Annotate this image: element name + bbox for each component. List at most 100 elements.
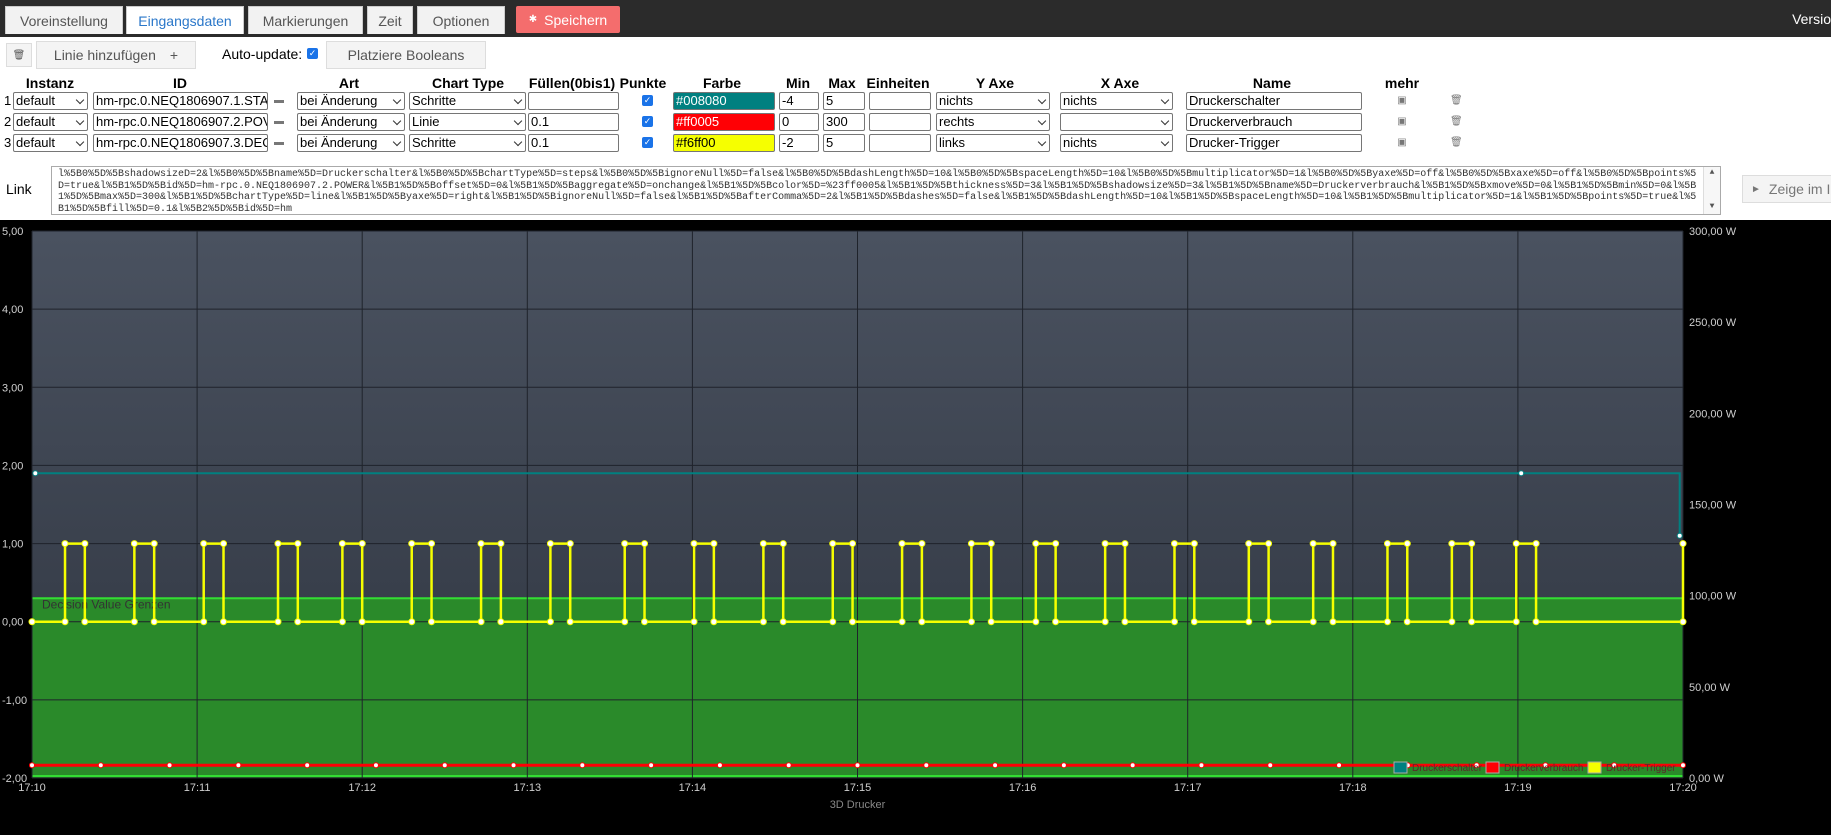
id-input[interactable]: hm-rpc.0.NEQ1806907.1.STA [93, 92, 268, 110]
trash-icon[interactable]: 🗑 [1450, 137, 1463, 149]
series-drucker-trigger-point [1329, 540, 1337, 548]
series-druckerverbrauch-point [648, 762, 655, 769]
max-input[interactable]: 5 [823, 92, 865, 110]
series-drucker-trigger-point [81, 540, 89, 548]
series-drucker-trigger-point [1032, 540, 1040, 548]
instanz-select[interactable]: default [13, 134, 88, 152]
save-button[interactable]: ✱ Speichern [516, 6, 620, 33]
tab-eingangsdaten[interactable]: Eingangsdaten [126, 6, 244, 34]
x-tick-label: 17:19 [1504, 782, 1532, 794]
series-drucker-trigger-point [220, 618, 228, 626]
place-booleans-button[interactable]: Platziere Booleans [326, 41, 486, 69]
series-drucker-trigger-point [898, 618, 906, 626]
units-input[interactable] [869, 113, 931, 131]
chart-type-select[interactable]: Schritte [409, 92, 526, 110]
series-drucker-trigger-point [1052, 618, 1060, 626]
id-input[interactable]: hm-rpc.0.NEQ1806907.3.DEC [93, 134, 268, 152]
instanz-select[interactable]: default [13, 113, 88, 131]
star-icon: ✱ [528, 14, 538, 25]
chart-type-select[interactable]: Linie [409, 113, 526, 131]
max-input[interactable]: 5 [823, 134, 865, 152]
series-drucker-trigger-point [1383, 618, 1391, 626]
y-axe-select[interactable]: links [936, 134, 1050, 152]
min-input[interactable]: -2 [779, 134, 819, 152]
instanz-select[interactable]: default [13, 92, 88, 110]
tab-zeit[interactable]: Zeit [367, 6, 413, 34]
series-drucker-trigger-point [1468, 540, 1476, 548]
series-drucker-trigger-point [779, 618, 787, 626]
auto-update-checkbox[interactable]: ✓ [307, 48, 318, 59]
tab-markierungen[interactable]: Markierungen [248, 6, 363, 34]
color-input[interactable]: #f6ff00 [673, 134, 775, 152]
color-input[interactable]: #008080 [673, 92, 775, 110]
trash-icon[interactable]: 🗑 [1450, 116, 1463, 128]
series-drucker-trigger-point [967, 540, 975, 548]
points-checkbox[interactable]: ✓ [642, 116, 653, 127]
color-input[interactable]: #ff0005 [673, 113, 775, 131]
trash-icon[interactable]: 🗑 [1450, 95, 1463, 107]
series-drucker-trigger-point [497, 618, 505, 626]
x-tick-label: 17:18 [1339, 782, 1367, 794]
y-right-tick-label: 250,00 W [1689, 317, 1737, 329]
folder-icon[interactable]: ▬ [273, 137, 285, 149]
points-checkbox[interactable]: ✓ [642, 137, 653, 148]
art-select[interactable]: bei Änderung [297, 113, 405, 131]
add-line-button[interactable]: Linie hinzufügen + [36, 41, 196, 69]
x-axe-select[interactable]: nichts [1060, 134, 1173, 152]
points-checkbox[interactable]: ✓ [642, 95, 653, 106]
row-number: 3 [4, 135, 12, 150]
series-drucker-trigger-point [566, 618, 574, 626]
settings-icon[interactable]: ▣ [1396, 137, 1408, 149]
series-drucker-trigger-point [898, 540, 906, 548]
art-select[interactable]: bei Änderung [297, 134, 405, 152]
name-input[interactable]: Druckerschalter [1186, 92, 1362, 110]
link-textarea[interactable]: l%5B0%5D%5BshadowsizeD=2&l%5B0%5D%5Bname… [51, 166, 1721, 215]
fill-input[interactable]: 0.1 [528, 134, 619, 152]
min-input[interactable]: 0 [779, 113, 819, 131]
series-drucker-trigger-point [566, 540, 574, 548]
series-drucker-trigger-point [338, 540, 346, 548]
series-drucker-trigger-point [779, 540, 787, 548]
tab-optionen[interactable]: Optionen [417, 6, 505, 34]
version-label: Versio [1792, 11, 1831, 27]
series-druckerverbrauch-point [992, 762, 999, 769]
y-axe-select[interactable]: rechts [936, 113, 1050, 131]
y-left-tick-label: 0,00 [2, 617, 23, 629]
series-drucker-trigger-point [1101, 618, 1109, 626]
name-input[interactable]: Drucker-Trigger [1186, 134, 1362, 152]
x-axe-select[interactable]: nichts [1060, 92, 1173, 110]
series-drucker-trigger-point [829, 618, 837, 626]
y-left-tick-label: 2,00 [2, 460, 23, 472]
id-input[interactable]: hm-rpc.0.NEQ1806907.2.POV [93, 113, 268, 131]
art-select[interactable]: bei Änderung [297, 92, 405, 110]
series-druckerverbrauch-point [29, 762, 35, 769]
folder-icon[interactable]: ▬ [273, 116, 285, 128]
max-input[interactable]: 300 [823, 113, 865, 131]
settings-icon[interactable]: ▣ [1396, 95, 1408, 107]
series-drucker-trigger-point [1121, 540, 1129, 548]
series-druckerverbrauch-point [1198, 762, 1205, 769]
y-axe-select[interactable]: nichts [936, 92, 1050, 110]
fill-input[interactable]: 0.1 [528, 113, 619, 131]
x-tick-label: 17:14 [679, 782, 707, 794]
y-left-tick-label: 4,00 [2, 304, 23, 316]
tab-voreinstellung[interactable]: Voreinstellung [5, 6, 123, 34]
x-axe-select[interactable] [1060, 113, 1173, 131]
series-druckerverbrauch-point [441, 762, 448, 769]
show-in-button[interactable]: ► Zeige im I [1742, 175, 1831, 203]
series-drucker-trigger-point [1383, 540, 1391, 548]
chart-type-select[interactable]: Schritte [409, 134, 526, 152]
link-text: l%5B0%5D%5BshadowsizeD=2&l%5B0%5D%5Bname… [58, 169, 1697, 215]
name-input[interactable]: Druckerverbrauch [1186, 113, 1362, 131]
min-input[interactable]: -4 [779, 92, 819, 110]
link-scrollbar[interactable]: ▲ ▼ [1703, 167, 1720, 214]
units-input[interactable] [869, 92, 931, 110]
series-drucker-trigger-point [759, 618, 767, 626]
fill-input[interactable] [528, 92, 619, 110]
legend-swatch [1587, 761, 1602, 774]
series-drucker-trigger-point [1190, 540, 1198, 548]
settings-icon[interactable]: ▣ [1396, 116, 1408, 128]
delete-all-button[interactable]: 🗑 [6, 43, 32, 67]
folder-icon[interactable]: ▬ [273, 95, 285, 107]
units-input[interactable] [869, 134, 931, 152]
